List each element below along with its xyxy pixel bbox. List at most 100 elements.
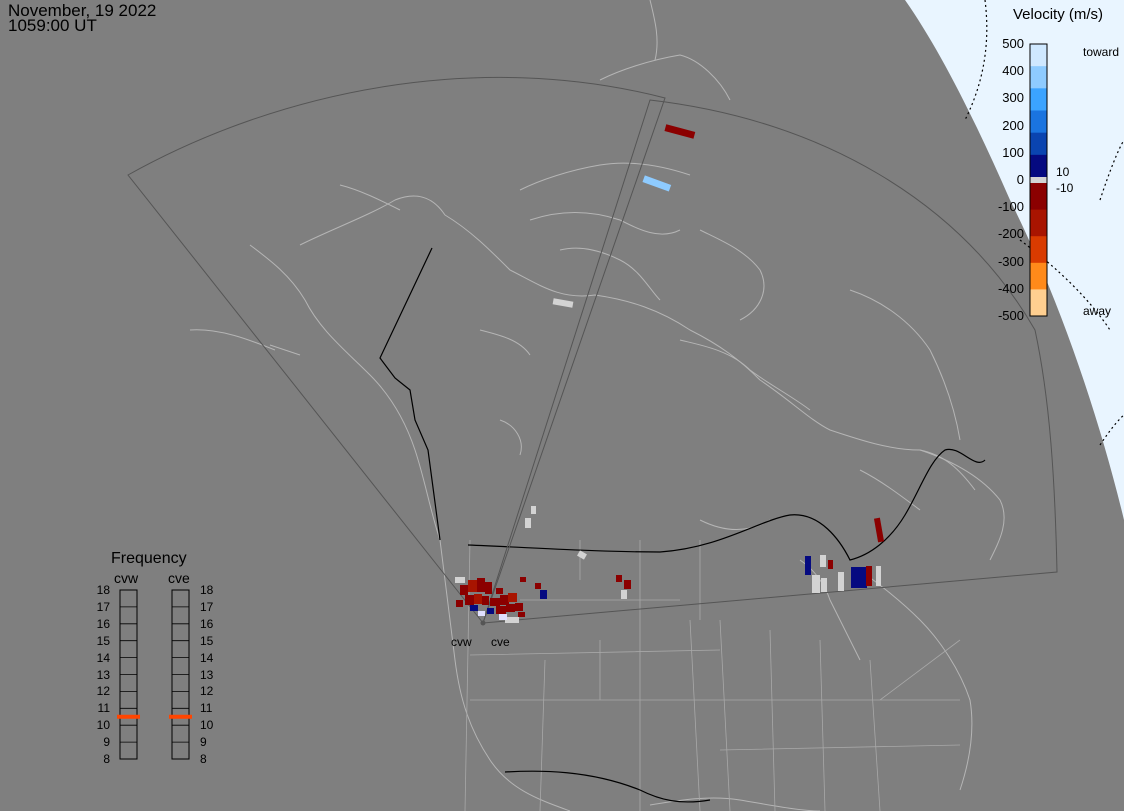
frequency-level-label: 13 [96, 667, 110, 682]
frequency-level-label: 12 [200, 684, 214, 699]
echo-cell [805, 556, 811, 575]
map-figure: November, 19 2022 1059:00 UT Velocity (m… [0, 0, 1124, 811]
colorbar-segment [1030, 66, 1047, 89]
frequency-level-label: 15 [200, 633, 214, 648]
radar-label-cve: cve [491, 635, 510, 649]
echo-cell [616, 575, 622, 582]
echo-cell [468, 580, 477, 592]
echo-cell [485, 582, 492, 594]
echo-cell [500, 595, 509, 605]
colorbar-segment [1030, 110, 1047, 134]
velocity-scale-title: Velocity (m/s) [1013, 6, 1104, 23]
velocity-tick-label: -100 [997, 199, 1024, 215]
ground-scatter [455, 298, 881, 623]
fov-cvw [127, 76, 666, 624]
echo-cell [515, 603, 523, 611]
frequency-level-label: 13 [200, 667, 214, 682]
frequency-column-label-cvw: cvw [114, 570, 139, 586]
frequency-title: Frequency [111, 550, 187, 567]
velocity-tick-label: 500 [1002, 36, 1024, 51]
echo-cell [506, 604, 515, 612]
frequency-level-label: 9 [103, 735, 110, 750]
colorbar-segment [1030, 183, 1047, 211]
echo-cell [535, 583, 541, 589]
frequency-panel [117, 589, 192, 760]
frequency-level-label: 17 [96, 599, 110, 614]
frequency-marker [117, 714, 140, 719]
frequency-level-label: 8 [103, 752, 110, 766]
colorbar-segment [1030, 132, 1047, 156]
radar-label-cvw: cvw [451, 635, 472, 649]
frequency-level-label: 14 [96, 650, 110, 665]
echo-cell [477, 578, 485, 592]
velocity-tick-label: 300 [1002, 90, 1024, 106]
echo-cell [490, 598, 500, 606]
frequency-level-label: 16 [96, 616, 110, 631]
colorbar-segment [1030, 209, 1047, 237]
coastlines [189, 0, 1005, 811]
colorbar-segment [1030, 44, 1047, 67]
away-label: away [1083, 304, 1112, 318]
frequency-column-label-cve: cve [168, 570, 190, 586]
echo-cell [465, 595, 474, 605]
frequency-marker [169, 714, 192, 719]
echo-cell [859, 567, 867, 588]
echo-cell [540, 590, 547, 599]
echo-cell [508, 593, 517, 602]
country-boundary [379, 247, 986, 803]
echo-cell [496, 606, 506, 614]
threshold-pos-label: 10 [1056, 165, 1070, 179]
velocity-tick-label: -500 [997, 308, 1024, 323]
fov-cve [482, 99, 1058, 624]
frequency-level-label: 14 [200, 650, 214, 665]
echo-cell [496, 588, 503, 594]
echo-cell [456, 600, 463, 607]
frequency-level-label: 11 [200, 701, 213, 716]
echo-cell [664, 124, 696, 139]
colorbar-segment [1030, 154, 1047, 178]
echo-cell [520, 577, 526, 582]
state-boundaries [464, 539, 961, 811]
echo-cell [828, 560, 833, 569]
time-label: 1059:00 UT [8, 16, 97, 35]
echo-cell [470, 605, 478, 611]
frequency-level-label: 18 [200, 583, 214, 597]
toward-label: toward [1083, 45, 1120, 59]
echo-cell [518, 612, 525, 617]
echo-cell [866, 566, 872, 586]
colorbar-segment [1030, 289, 1047, 317]
frequency-level-label: 10 [200, 718, 214, 733]
velocity-tick-label: -400 [997, 280, 1024, 296]
echo-cell [851, 567, 860, 588]
map-canvas [117, 0, 1124, 811]
velocity-tick-label: -200 [997, 226, 1024, 242]
echo-cell [487, 608, 494, 614]
frequency-level-label: 17 [200, 599, 214, 614]
echo-cell [642, 175, 672, 192]
echo-cell [624, 580, 631, 589]
echo-cell [482, 596, 489, 605]
echo-cell [478, 611, 485, 616]
echo-cell [460, 585, 468, 595]
colorbar-segment [1030, 262, 1047, 290]
echo-cell [474, 594, 482, 604]
frequency-level-label: 15 [96, 633, 110, 648]
radar-site-marker [480, 620, 486, 626]
frequency-level-label: 16 [200, 616, 214, 631]
frequency-level-label: 8 [200, 752, 207, 766]
threshold-neg-label: -10 [1056, 181, 1074, 195]
frequency-level-label: 9 [200, 735, 207, 750]
ionospheric-scatter [456, 124, 885, 620]
frequency-level-label: 10 [96, 718, 110, 733]
colorbar-zero-band [1030, 177, 1047, 183]
frequency-level-label: 18 [96, 583, 110, 597]
colorbar-segment [1030, 236, 1047, 264]
frequency-level-label: 11 [97, 701, 110, 716]
velocity-colorbar [1029, 43, 1048, 317]
velocity-tick-label: -300 [997, 253, 1024, 269]
colorbar-segment [1030, 88, 1047, 111]
velocity-tick-label: 100 [1002, 144, 1024, 160]
echo-cell [499, 614, 507, 620]
frequency-level-label: 12 [96, 684, 110, 699]
velocity-tick-label: 400 [1002, 63, 1024, 79]
